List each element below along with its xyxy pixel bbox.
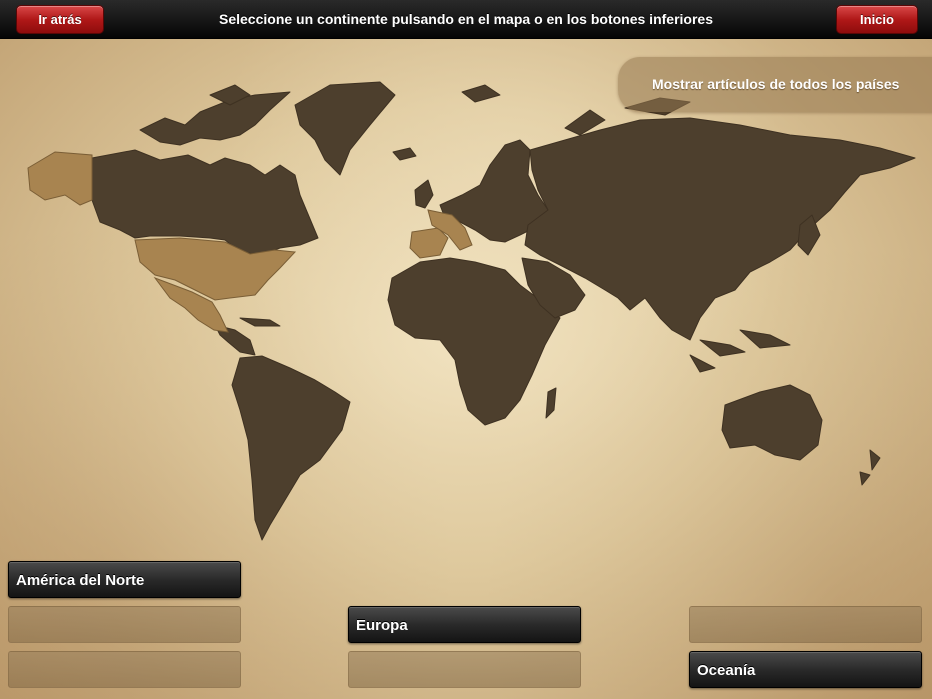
continent-oceania-australia[interactable] xyxy=(721,384,823,461)
continent-asia[interactable] xyxy=(524,117,916,341)
continent-button-empty xyxy=(689,606,922,643)
world-map[interactable] xyxy=(0,38,932,699)
continent-button-europe[interactable]: Europa xyxy=(348,606,581,643)
continent-north-america-arctic[interactable] xyxy=(139,91,291,146)
top-navigation-bar: Ir atrás Seleccione un continente pulsan… xyxy=(0,0,932,39)
continent-north-america-canada[interactable] xyxy=(91,149,319,256)
continent-south-america[interactable] xyxy=(231,355,351,541)
page-title: Seleccione un continente pulsando en el … xyxy=(219,11,713,27)
continent-button-oceania[interactable]: Oceanía xyxy=(689,651,922,688)
continent-button-empty xyxy=(8,651,241,688)
continent-north-america-greenland[interactable] xyxy=(294,81,396,176)
home-button[interactable]: Inicio xyxy=(836,5,918,34)
region-iberia[interactable] xyxy=(409,227,449,259)
continent-button-empty xyxy=(8,606,241,643)
show-all-countries-label: Mostrar artículos de todos los países xyxy=(652,76,900,92)
region-alaska[interactable] xyxy=(27,151,93,206)
continent-button-north-america[interactable]: América del Norte xyxy=(8,561,241,598)
continent-button-empty xyxy=(348,651,581,688)
show-all-countries-button[interactable]: Mostrar artículos de todos los países xyxy=(618,57,932,112)
